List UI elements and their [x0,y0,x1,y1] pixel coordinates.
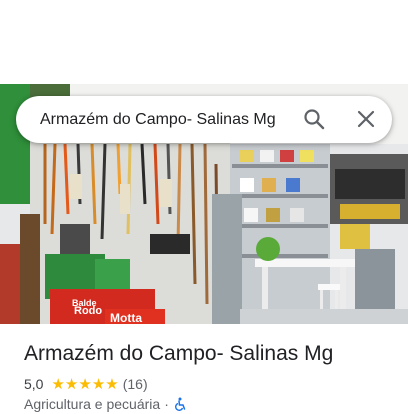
search-bar[interactable]: Armazém do Campo- Salinas Mg [16,96,392,143]
review-count[interactable]: (16) [123,376,148,392]
close-icon[interactable] [354,107,378,131]
star-icon: ★ [51,375,65,393]
map-top-area [0,0,408,84]
star-icon: ★ [105,375,119,393]
place-name: Armazém do Campo- Salinas Mg [24,342,334,365]
separator: · [164,396,169,412]
category-row: Agricultura e pecuária · [24,396,187,412]
rating-row[interactable]: 5,0 ★ ★ ★ ★ ★ (16) [24,376,148,392]
rating-value: 5,0 [24,376,44,392]
photo-sign-3: Motta [110,311,142,324]
wheelchair-icon [173,397,187,411]
star-icon: ★ [64,375,79,393]
star-icon: ★ [91,375,106,393]
star-icon: ★ [78,375,92,393]
place-category: Agricultura e pecuária [24,396,161,412]
place-info-panel[interactable]: Armazém do Campo- Salinas Mg 5,0 ★ ★ ★ ★… [0,324,408,412]
star-rating: ★ ★ ★ ★ ★ [51,377,118,392]
search-input[interactable]: Armazém do Campo- Salinas Mg [40,96,276,143]
photo-sign-2: Rodo [74,305,102,317]
search-icon[interactable] [302,107,326,131]
